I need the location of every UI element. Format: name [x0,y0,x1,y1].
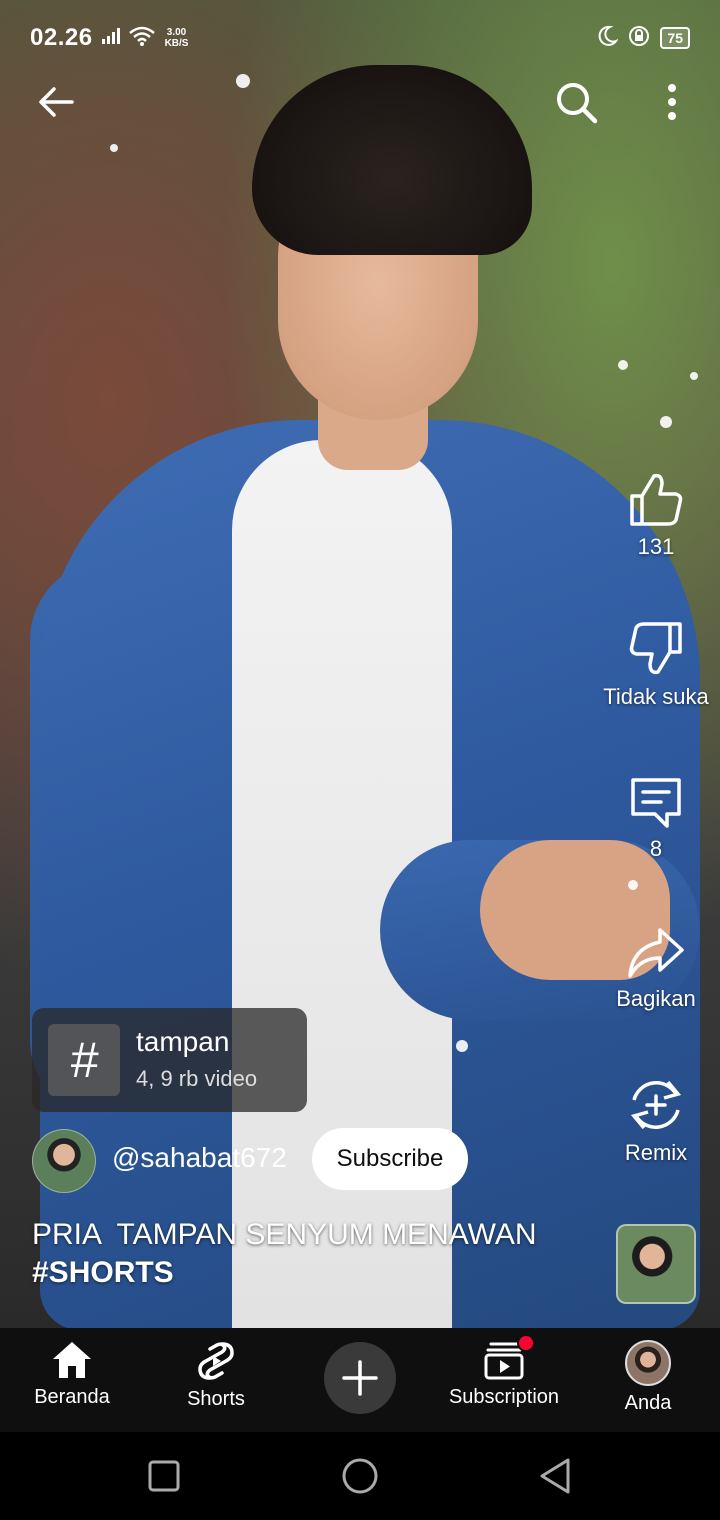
nav-shorts[interactable]: Shorts [144,1340,288,1411]
back-arrow-icon [39,87,74,117]
search-button[interactable] [552,78,600,126]
dislike-label: Tidak suka [603,684,709,709]
back-button[interactable] [34,80,78,124]
remix-label: Remix [624,1140,688,1165]
wifi-icon [128,26,155,51]
channel-avatar[interactable] [32,1129,96,1193]
hashtag-video-count: 4, 9 rb video [136,1066,258,1091]
recent-apps-button[interactable] [142,1454,186,1498]
comment-icon [631,778,681,828]
plus-icon [342,1360,378,1396]
share-button[interactable]: Bagikan [591,924,720,1012]
shorts-icon [198,1342,234,1380]
channel-handle[interactable]: @sahabat672 [112,1142,287,1174]
thumbs-down-icon [629,622,682,675]
top-bar [0,76,720,126]
network-speed-unit: KB/S [164,38,189,49]
nav-shorts-label: Shorts [187,1388,245,1410]
remix-icon [630,1080,682,1130]
more-options-button[interactable] [658,78,686,126]
notification-dot [517,1334,535,1352]
nav-subscriptions-label: Subscription [448,1386,560,1408]
video-title[interactable]: PRIA TAMPAN SENYUM MENAWAN #SHORTS [32,1216,572,1292]
network-speed: 3.00 KB/S [165,27,189,49]
hashtag-chip[interactable]: # tampan 4, 9 rb video [32,1008,307,1112]
status-time: 02.26 [30,24,93,51]
share-label: Bagikan [616,986,696,1011]
like-button[interactable]: 131 [591,470,720,560]
triangle-back-icon [540,1458,570,1494]
like-count: 131 [637,534,675,559]
nav-home[interactable]: Beranda [0,1340,144,1409]
remix-button[interactable]: Remix [591,1076,720,1166]
status-bar: 02.26 3.00 KB/S 75 [30,18,690,58]
comment-button[interactable]: 8 [591,774,720,862]
hashtag-name: tampan [136,1026,230,1057]
search-icon [557,83,598,124]
home-icon [53,1342,91,1378]
comment-count: 8 [649,836,663,861]
subscribe-button[interactable]: Subscribe [312,1128,468,1190]
moon-icon [596,25,620,52]
circle-icon [342,1458,378,1494]
system-navigation-bar [0,1432,720,1520]
home-system-button[interactable] [338,1454,382,1498]
rotation-lock-icon [628,25,650,52]
nav-subscriptions[interactable]: Subscription [432,1334,576,1409]
nav-you[interactable]: Anda [576,1340,720,1415]
create-button[interactable] [324,1342,396,1414]
more-vertical-icon [668,84,676,120]
video-title-text: PRIA TAMPAN SENYUM MENAWAN [32,1218,537,1251]
signal-icon [101,27,123,50]
nav-home-label: Beranda [34,1386,110,1408]
sound-thumbnail[interactable] [616,1224,696,1304]
bottom-navigation: Beranda Shorts Subscription Anda [0,1328,720,1432]
nav-you-label: Anda [624,1392,672,1414]
dislike-button[interactable]: Tidak suka [591,620,720,710]
battery-indicator: 75 [660,27,690,49]
square-icon [148,1460,180,1492]
profile-avatar [625,1340,671,1386]
hashtag-icon: # [48,1024,120,1096]
video-hashtag-link[interactable]: #SHORTS [32,1254,572,1292]
thumbs-up-icon [630,473,683,526]
share-icon [628,928,684,978]
back-system-button[interactable] [534,1454,578,1498]
network-speed-value: 3.00 [166,27,187,38]
